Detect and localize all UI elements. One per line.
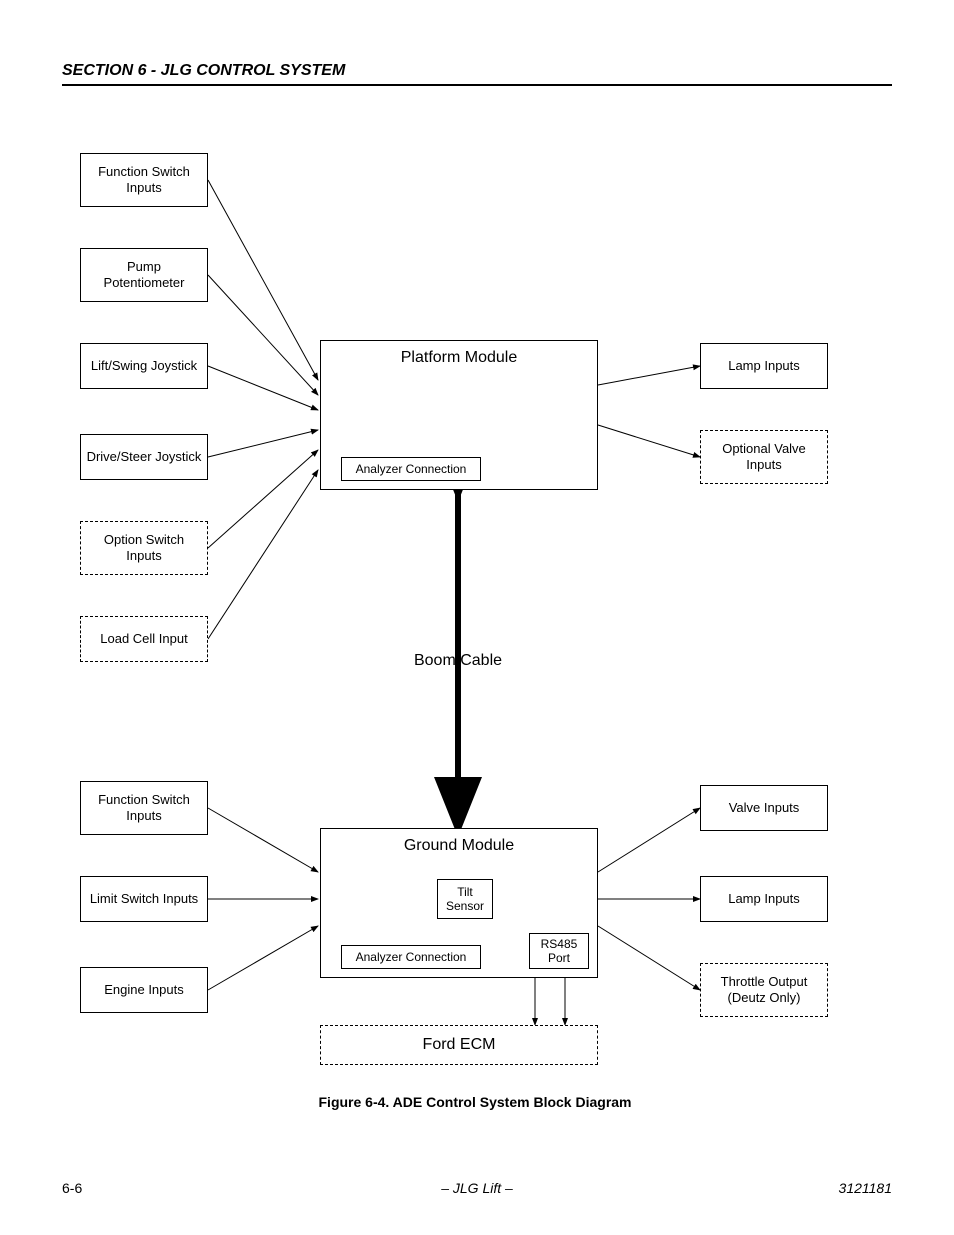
section-header: SECTION 6 - JLG CONTROL SYSTEM (62, 62, 892, 86)
ford-ecm: Ford ECM (320, 1025, 598, 1065)
block-throttle-output: Throttle Output (Deutz Only) (700, 963, 828, 1017)
analyzer-connection-1: Analyzer Connection (341, 457, 481, 481)
boom-cable-label: Boom Cable (380, 652, 536, 670)
figure-caption: Figure 6-4. ADE Control System Block Dia… (80, 1094, 870, 1110)
block-limit-switch-inputs: Limit Switch Inputs (80, 876, 208, 922)
block-drive-steer-joystick: Drive/Steer Joystick (80, 434, 208, 480)
block-engine-inputs: Engine Inputs (80, 967, 208, 1013)
block-lamp-inputs-1: Lamp Inputs (700, 343, 828, 389)
block-load-cell-input: Load Cell Input (80, 616, 208, 662)
ground-module-title: Ground Module (321, 837, 597, 855)
ground-module: Ground Module Tilt Sensor Analyzer Conne… (320, 828, 598, 978)
block-diagram: Function Switch Inputs Pump Potentiomete… (80, 140, 870, 1080)
tilt-sensor: Tilt Sensor (437, 879, 493, 919)
doc-number: 3121181 (839, 1180, 892, 1196)
rs485-port: RS485 Port (529, 933, 589, 969)
platform-module-title: Platform Module (321, 349, 597, 367)
block-lamp-inputs-2: Lamp Inputs (700, 876, 828, 922)
platform-module: Platform Module Analyzer Connection (320, 340, 598, 490)
block-optional-valve-inputs: Optional Valve Inputs (700, 430, 828, 484)
block-pump-potentiometer: Pump Potentiometer (80, 248, 208, 302)
footer-title: – JLG Lift – (62, 1180, 892, 1196)
block-function-switch-inputs-1: Function Switch Inputs (80, 153, 208, 207)
block-lift-swing-joystick: Lift/Swing Joystick (80, 343, 208, 389)
block-option-switch-inputs: Option Switch Inputs (80, 521, 208, 575)
block-function-switch-inputs-2: Function Switch Inputs (80, 781, 208, 835)
block-valve-inputs: Valve Inputs (700, 785, 828, 831)
analyzer-connection-2: Analyzer Connection (341, 945, 481, 969)
